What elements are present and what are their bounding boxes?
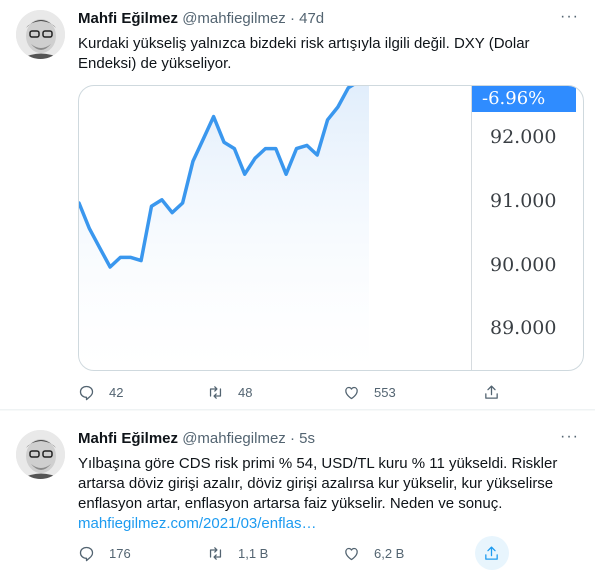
tweet-1[interactable]: Mahfi Eğilmez @mahfiegilmez · 47d ··· Ku…	[0, 0, 595, 410]
retweet-count: 1,1 B	[238, 545, 269, 561]
avatar-image	[16, 10, 65, 59]
tweet-link[interactable]: mahfiegilmez.com/2021/03/enflas…	[78, 515, 316, 532]
reply-count: 42	[109, 384, 124, 400]
share-icon	[485, 384, 498, 399]
author-handle[interactable]: @mahfiegilmez	[182, 10, 286, 27]
share-button[interactable]	[483, 541, 500, 565]
chart-image[interactable]: -6.96% 92.000 91.000 90.000 89.000	[78, 85, 584, 371]
tweet-actions: 42 48 553	[78, 380, 518, 404]
chart-y-axis: -6.96% 92.000 91.000 90.000 89.000	[471, 86, 583, 370]
more-icon[interactable]: ···	[560, 428, 579, 446]
like-button[interactable]: 6,2 B	[343, 541, 404, 565]
like-icon	[345, 386, 358, 399]
reply-count: 176	[109, 545, 131, 561]
retweet-button[interactable]: 48	[207, 380, 252, 404]
retweet-icon	[209, 385, 222, 399]
retweet-icon	[209, 546, 222, 560]
retweet-count: 48	[238, 384, 253, 400]
tweet-header: Mahfi Eğilmez @mahfiegilmez · 47d	[78, 10, 324, 27]
author-name[interactable]: Mahfi Eğilmez	[78, 430, 178, 447]
y-tick-label: 90.000	[490, 254, 557, 276]
reply-button[interactable]: 176	[78, 541, 131, 565]
author-handle[interactable]: @mahfiegilmez	[182, 430, 286, 447]
y-tick-label: 92.000	[490, 126, 557, 148]
tweet-text: Kurdaki yükseliş yalnızca bizdeki risk a…	[78, 35, 530, 72]
share-icon	[485, 545, 498, 560]
header-separator: ·	[289, 430, 295, 447]
like-button[interactable]: 553	[343, 380, 396, 404]
change-badge: -6.96%	[472, 86, 576, 112]
reply-button[interactable]: 42	[78, 380, 123, 404]
author-name[interactable]: Mahfi Eğilmez	[78, 10, 178, 27]
tweet-header: Mahfi Eğilmez @mahfiegilmez · 5s	[78, 430, 315, 447]
avatar[interactable]	[16, 10, 65, 59]
share-button[interactable]	[483, 380, 500, 404]
reply-icon	[79, 385, 94, 400]
like-count: 553	[374, 384, 396, 400]
retweet-button[interactable]: 1,1 B	[207, 541, 268, 565]
avatar[interactable]	[16, 430, 65, 479]
dxy-line-chart	[79, 86, 369, 370]
tweet-time[interactable]: 47d	[299, 10, 324, 27]
tweet-2[interactable]: Mahfi Eğilmez @mahfiegilmez · 5s ··· Yıl…	[0, 411, 595, 576]
header-separator: ·	[289, 10, 295, 27]
reply-icon	[79, 546, 94, 561]
like-count: 6,2 B	[374, 545, 405, 561]
tweet-time[interactable]: 5s	[299, 430, 315, 447]
tweet-text: Yılbaşına göre CDS risk primi % 54, USD/…	[78, 454, 573, 534]
more-icon[interactable]: ···	[560, 8, 579, 26]
y-tick-label: 91.000	[490, 190, 557, 212]
avatar-image	[16, 430, 65, 479]
chart-plot-area	[79, 86, 471, 370]
tweet-actions: 176 1,1 B 6,2 B	[78, 536, 518, 570]
tweet-body: Yılbaşına göre CDS risk primi % 54, USD/…	[78, 455, 558, 512]
y-tick-label: 89.000	[490, 317, 557, 339]
like-icon	[345, 547, 358, 560]
